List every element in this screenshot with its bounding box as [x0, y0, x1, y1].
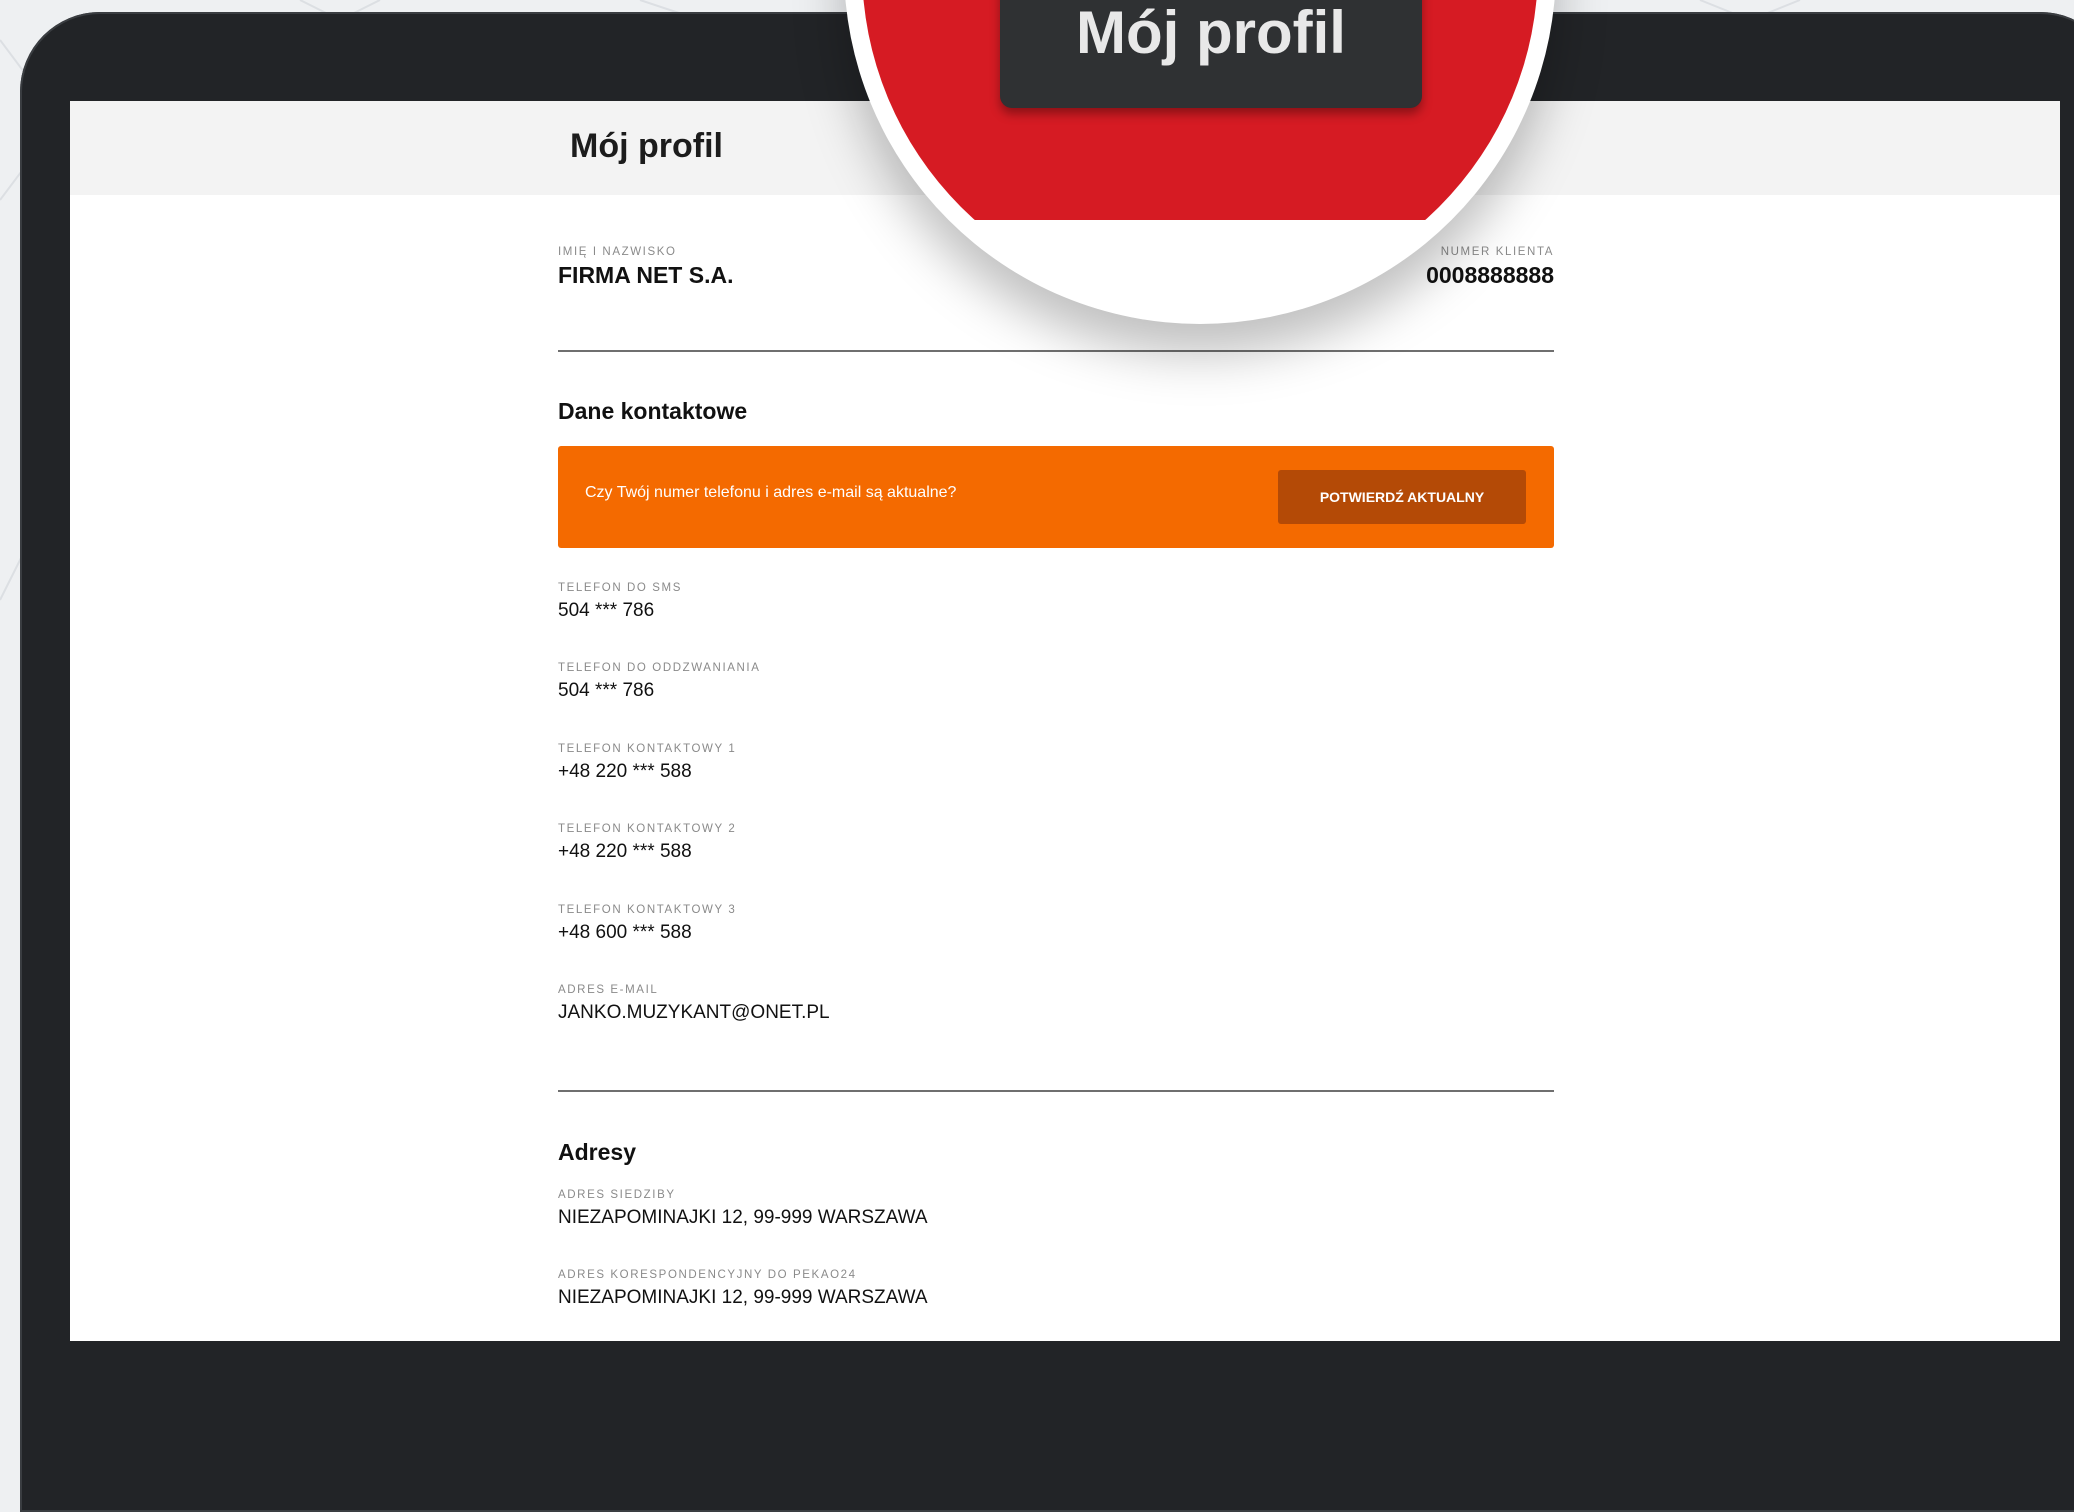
field-label: TELEFON KONTAKTOWY 3	[558, 904, 737, 916]
field-value: +48 600 *** 588	[558, 922, 692, 943]
field-label: TELEFON KONTAKTOWY 2	[558, 823, 737, 835]
field-sms-phone: TELEFON DO SMS 504 *** 786	[558, 582, 682, 622]
update-contact-banner: Czy Twój numer telefonu i adres e-mail s…	[558, 446, 1554, 548]
field-label: TELEFON DO ODDZWANIANIA	[558, 662, 761, 674]
field-label: ADRES SIEDZIBY	[558, 1189, 676, 1201]
field-value: 504 *** 786	[558, 680, 655, 701]
banner-message: Czy Twój numer telefonu i adres e-mail s…	[585, 484, 957, 501]
magnified-menu-button[interactable]: Mój profil	[1000, 0, 1422, 108]
field-value: NIEZAPOMINAJKI 12, 99-999 WARSZAWA	[558, 1207, 928, 1228]
field-value: +48 220 *** 588	[558, 841, 692, 862]
customer-name-label: IMIĘ I NAZWISKO	[558, 246, 677, 258]
field-label: TELEFON DO SMS	[558, 582, 682, 594]
field-value: JANKO.MUZYKANT@ONET.PL	[558, 1002, 830, 1023]
field-value: NIEZAPOMINAJKI 12, 99-999 WARSZAWA	[558, 1287, 928, 1308]
section-title-contact: Dane kontaktowe	[558, 398, 748, 424]
client-number-label: NUMER KLIENTA	[1440, 246, 1554, 258]
field-label: ADRES E-MAIL	[558, 984, 659, 996]
customer-name-value: FIRMA NET S.A.	[558, 262, 734, 288]
field-value: +48 220 *** 588	[558, 761, 692, 782]
client-number-value: 0008888888	[1426, 262, 1554, 288]
field-contact-phone-1: TELEFON KONTAKTOWY 1 +48 220 *** 588	[558, 743, 736, 783]
client-number-block: NUMER KLIENTA 0008888888	[1426, 246, 1554, 289]
field-contact-phone-2: TELEFON KONTAKTOWY 2 +48 220 *** 588	[558, 823, 736, 863]
field-registered-address: ADRES SIEDZIBY NIEZAPOMINAJKI 12, 99-999…	[558, 1189, 928, 1229]
magnified-menu-label: Mój profil	[1076, 0, 1346, 66]
confirm-current-button[interactable]: POTWIERDŹ AKTUALNY	[1278, 470, 1526, 524]
page-title: Mój profil	[570, 127, 723, 165]
field-email: ADRES E-MAIL JANKO.MUZYKANT@ONET.PL	[558, 984, 830, 1024]
section-title-addresses: Adresy	[558, 1139, 636, 1165]
field-correspondence-address: ADRES KORESPONDENCYJNY DO PEKAO24 NIEZAP…	[558, 1269, 928, 1309]
field-value: 504 *** 786	[558, 600, 655, 621]
field-callback-phone: TELEFON DO ODDZWANIANIA 504 *** 786	[558, 662, 761, 702]
divider	[558, 350, 1554, 352]
divider	[558, 1090, 1554, 1092]
field-contact-phone-3: TELEFON KONTAKTOWY 3 +48 600 *** 588	[558, 904, 736, 944]
field-label: ADRES KORESPONDENCYJNY DO PEKAO24	[558, 1269, 857, 1281]
customer-name-block: IMIĘ I NAZWISKO FIRMA NET S.A.	[558, 246, 733, 289]
field-label: TELEFON KONTAKTOWY 1	[558, 743, 737, 755]
